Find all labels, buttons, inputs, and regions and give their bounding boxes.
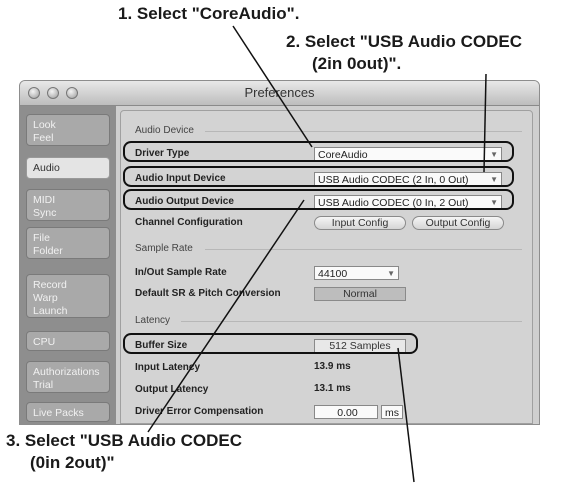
callout-leader-lines (147, 25, 487, 483)
